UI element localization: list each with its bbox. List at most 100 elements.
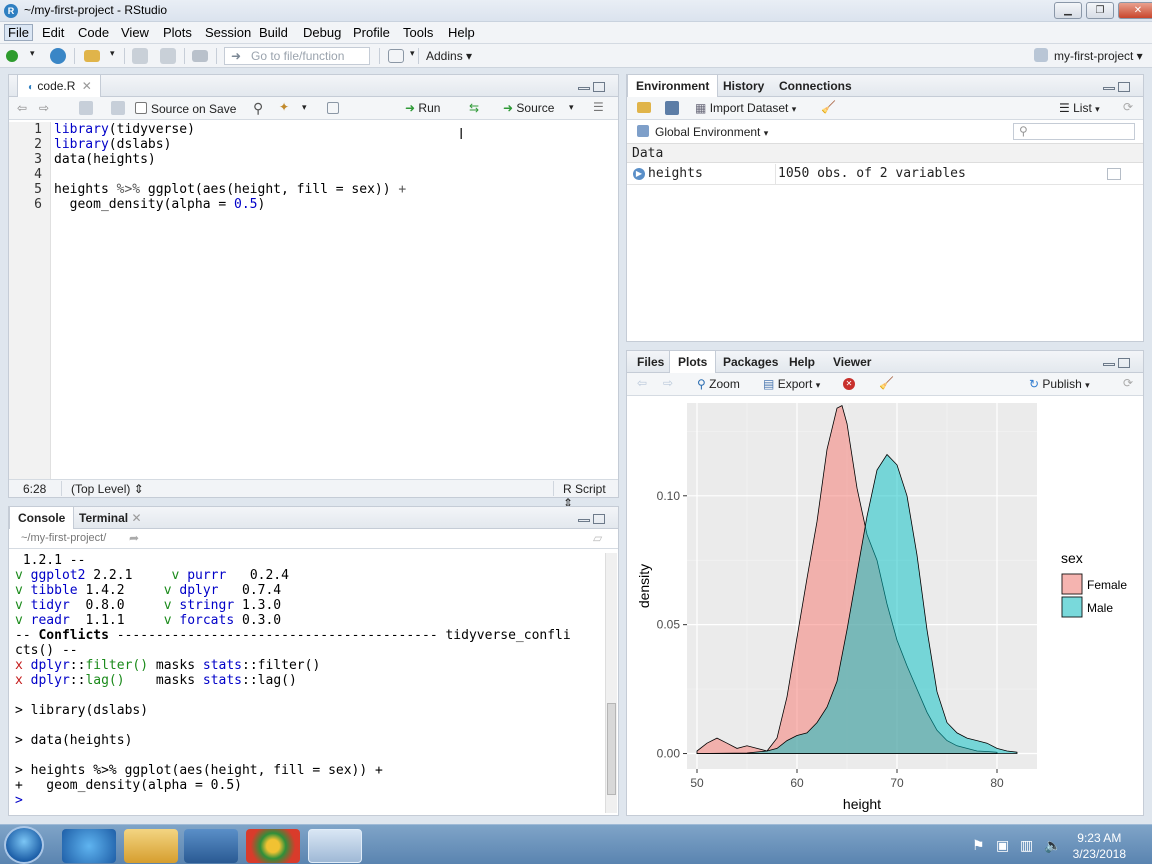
env-search-input[interactable]: ⚲ [1013, 123, 1135, 140]
go-to-file-input[interactable]: ➜ Go to file/function [224, 47, 370, 65]
close-button[interactable]: ✕ [1118, 2, 1152, 19]
tab-code-r[interactable]: ◐ code.R ✕ [17, 75, 101, 98]
load-workspace-icon[interactable] [637, 102, 651, 113]
minimize-pane-icon[interactable] [578, 87, 590, 90]
source-dropdown-icon[interactable]: ▾ [569, 102, 574, 113]
grid-icon[interactable] [388, 49, 404, 63]
menu-file[interactable]: File [4, 24, 33, 41]
media-player-icon[interactable] [184, 829, 238, 863]
clear-plots-icon[interactable]: 🧹 [879, 376, 894, 390]
list-view-button[interactable]: ☰ List ▾ [1059, 101, 1100, 115]
addins-menu[interactable]: Addins ▾ [426, 49, 472, 63]
source-button[interactable]: ➜ Source [503, 101, 554, 115]
maximize-plots-icon[interactable] [1118, 358, 1130, 368]
file-explorer-icon[interactable] [124, 829, 178, 863]
internet-explorer-icon[interactable] [62, 829, 116, 863]
tab-terminal[interactable]: Terminal ✕ [71, 507, 150, 529]
view-data-icon[interactable] [1107, 168, 1121, 180]
network-icon[interactable]: ▥ [1020, 837, 1033, 854]
new-file-dropdown-icon[interactable]: ▾ [30, 48, 35, 59]
start-button[interactable] [4, 826, 44, 864]
tab-help[interactable]: Help [781, 351, 823, 373]
open-dropdown-icon[interactable]: ▾ [110, 48, 115, 59]
outline-icon[interactable]: ☰ [593, 100, 604, 114]
forward-icon[interactable]: ⇨ [39, 101, 49, 115]
minimize-plots-icon[interactable] [1103, 363, 1115, 366]
show-in-window-icon[interactable] [79, 101, 93, 115]
wand-icon[interactable]: ✦ [279, 100, 289, 114]
chrome-icon[interactable] [246, 829, 300, 863]
print-icon[interactable] [192, 50, 208, 62]
maximize-env-icon[interactable] [1118, 82, 1130, 92]
tab-viewer[interactable]: Viewer [825, 351, 879, 373]
publish-button[interactable]: ↻ Publish ▾ [1029, 377, 1090, 391]
rerun-icon[interactable]: ⇆ [469, 101, 479, 115]
compile-report-icon[interactable] [327, 102, 339, 114]
zoom-button[interactable]: ⚲ Zoom [697, 377, 740, 391]
go-to-dir-icon[interactable]: ➦ [129, 531, 139, 545]
tab-plots[interactable]: Plots [669, 351, 717, 374]
refresh-plot-icon[interactable]: ⟳ [1123, 376, 1133, 390]
import-dataset-button[interactable]: ▦ Import Dataset ▾ [695, 101, 796, 115]
save-all-icon[interactable] [160, 48, 176, 64]
menu-debug[interactable]: Debug [303, 25, 341, 40]
remove-plot-icon[interactable]: ✕ [843, 378, 855, 390]
close-tab-icon[interactable]: ✕ [82, 79, 92, 93]
close-terminal-icon[interactable]: ✕ [131, 511, 141, 525]
global-env-selector[interactable]: Global Environment ▾ [655, 125, 768, 139]
broom-icon[interactable]: 🧹 [821, 100, 836, 114]
menu-profile[interactable]: Profile [353, 25, 390, 40]
refresh-env-icon[interactable]: ⟳ [1123, 100, 1133, 114]
plots-pane-controls[interactable] [1103, 357, 1133, 369]
prev-plot-icon[interactable]: ⇦ [637, 376, 647, 390]
menu-view[interactable]: View [121, 25, 149, 40]
console-output[interactable]: 1.2.1 -- v ggplot2 2.2.1 v purrr 0.2.4 v t… [9, 551, 604, 815]
tab-packages[interactable]: Packages [715, 351, 786, 373]
next-plot-icon[interactable]: ⇨ [663, 376, 673, 390]
back-icon[interactable]: ⇦ [17, 101, 27, 115]
source-pane-controls[interactable] [578, 81, 608, 93]
console-pane-controls[interactable] [578, 513, 608, 525]
system-clock[interactable]: 9:23 AM 3/23/2018 [1073, 830, 1126, 862]
volume-icon[interactable]: 🔈 [1044, 837, 1061, 854]
rstudio-taskbar-icon[interactable] [308, 829, 362, 863]
save-workspace-icon[interactable] [665, 101, 679, 115]
code-editor[interactable]: 123456 library(tidyverse) library(dslabs)… [9, 122, 618, 480]
tab-connections[interactable]: Connections [771, 75, 860, 97]
minimize-console-icon[interactable] [578, 519, 590, 522]
minimize-env-icon[interactable] [1103, 87, 1115, 90]
save-file-icon[interactable] [111, 101, 125, 115]
menu-help[interactable]: Help [448, 25, 475, 40]
tab-console[interactable]: Console [9, 507, 75, 530]
menu-tools[interactable]: Tools [403, 25, 433, 40]
export-button[interactable]: ▤ Export ▾ [763, 377, 820, 391]
open-file-icon[interactable] [84, 50, 100, 62]
action-center-icon[interactable]: ⚑ [972, 837, 985, 854]
menu-session[interactable]: Session [205, 25, 251, 40]
environment-pane-controls[interactable] [1103, 81, 1133, 93]
maximize-pane-icon[interactable] [593, 82, 605, 92]
grid-dropdown-icon[interactable]: ▾ [410, 48, 415, 59]
tab-history[interactable]: History [715, 75, 772, 97]
menu-build[interactable]: Build [259, 25, 288, 40]
new-file-icon[interactable] [6, 50, 18, 62]
device-icon[interactable]: ▣ [996, 837, 1009, 854]
source-on-save-checkbox[interactable] [135, 102, 147, 114]
scope-selector[interactable]: (Top Level) ⇕ [71, 482, 144, 496]
expand-icon[interactable]: ▶ [633, 168, 645, 180]
env-row-heights[interactable]: ▶ heights 1050 obs. of 2 variables [627, 164, 1143, 185]
run-button[interactable]: ➜ Run [405, 101, 440, 115]
maximize-button[interactable]: ❐ [1086, 2, 1114, 19]
maximize-console-icon[interactable] [593, 514, 605, 524]
search-icon[interactable]: ⚲ [253, 100, 263, 117]
menu-plots[interactable]: Plots [163, 25, 192, 40]
clear-console-icon[interactable]: ▱ [593, 531, 602, 545]
tab-environment[interactable]: Environment [627, 75, 719, 98]
console-scroll-thumb[interactable] [607, 703, 616, 795]
console-scrollbar[interactable] [605, 553, 617, 813]
save-icon[interactable] [132, 48, 148, 64]
wand-dropdown-icon[interactable]: ▾ [302, 102, 307, 113]
menu-code[interactable]: Code [78, 25, 109, 40]
project-menu[interactable]: my-first-project ▾ [1054, 49, 1143, 63]
tab-files[interactable]: Files [629, 351, 672, 373]
